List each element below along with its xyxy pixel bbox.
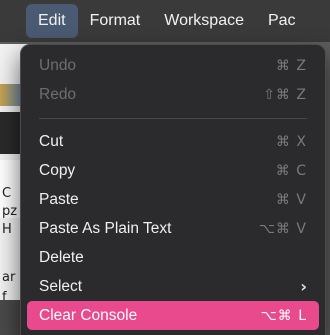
menu-item-label: Clear Console <box>39 306 138 324</box>
menu-item-shortcut: ⌘ V <box>275 191 307 208</box>
menu-item-shortcut: ⌘ Z <box>275 57 307 74</box>
menu-item-shortcut: ⌥⌘ V <box>258 220 307 237</box>
background-text-fragment: pz <box>2 204 18 219</box>
menu-item-paste-plain-text[interactable]: Paste As Plain Text ⌥⌘ V <box>27 214 319 243</box>
menu-bar-item-format[interactable]: Format <box>78 4 153 38</box>
menu-item-select[interactable]: Select › <box>27 272 319 301</box>
menu-item-label: Paste As Plain Text <box>39 219 172 237</box>
menu-item-label: Paste <box>39 190 79 208</box>
menu-item-redo[interactable]: Redo ⇧⌘ Z <box>27 80 319 109</box>
menu-item-label: Cut <box>39 132 64 150</box>
menu-item-label: Delete <box>39 248 84 266</box>
menu-item-shortcut: ⌘ C <box>275 162 307 179</box>
menu-item-shortcut: ⌘ X <box>275 133 307 150</box>
menu-item-shortcut: ⌥⌘ L <box>260 307 307 324</box>
menu-item-label: Select <box>39 277 83 295</box>
menu-item-undo[interactable]: Undo ⌘ Z <box>27 51 319 80</box>
screen: C pz H ar f Edit Format Workspace Pac Un… <box>0 0 330 335</box>
background-text-fragment: ar <box>2 270 16 285</box>
menu-item-delete[interactable]: Delete <box>27 243 319 272</box>
menu-item-copy[interactable]: Copy ⌘ C <box>27 156 319 185</box>
menu-item-label: Undo <box>39 56 77 74</box>
menu-bar-item-workspace[interactable]: Workspace <box>152 4 256 38</box>
menu-item-paste[interactable]: Paste ⌘ V <box>27 185 319 214</box>
chevron-right-icon: › <box>300 277 307 296</box>
menu-item-cut[interactable]: Cut ⌘ X <box>27 127 319 156</box>
menu-separator <box>39 118 307 119</box>
menu-bar: Edit Format Workspace Pac <box>0 0 330 42</box>
menu-bar-item-partial[interactable]: Pac <box>256 4 308 38</box>
background-text-fragment: C <box>2 186 12 201</box>
menu-item-label: Redo <box>39 85 77 103</box>
menu-item-clear-console[interactable]: Clear Console ⌥⌘ L <box>27 301 319 330</box>
background-text-fragment: H <box>2 222 12 237</box>
edit-menu-dropdown: Undo ⌘ Z Redo ⇧⌘ Z Cut ⌘ X Copy ⌘ C Past… <box>20 44 326 335</box>
menu-bar-item-edit[interactable]: Edit <box>26 4 78 38</box>
menu-item-label: Copy <box>39 161 76 179</box>
menu-item-shortcut: ⇧⌘ Z <box>263 86 307 103</box>
